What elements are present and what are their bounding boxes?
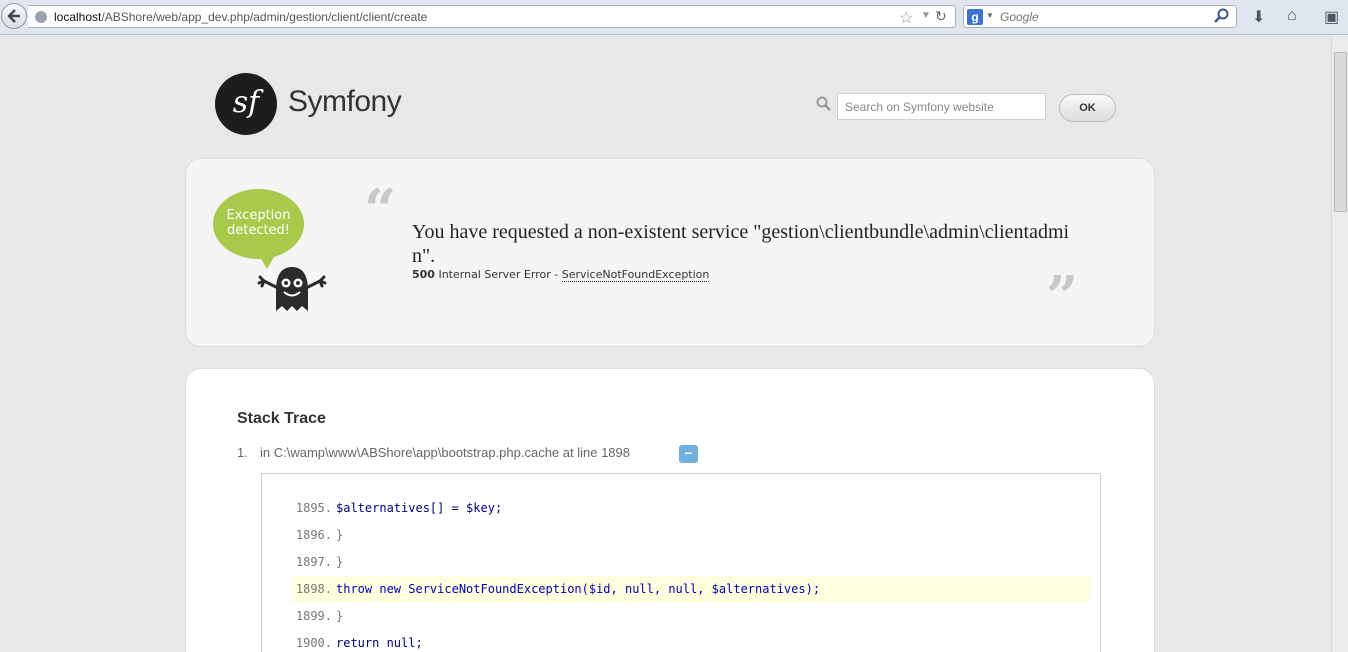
line-number: 1895. <box>295 501 332 515</box>
exception-detected-badge: Exception detected! <box>213 189 304 259</box>
scrollbar-thumb[interactable] <box>1334 52 1347 212</box>
exception-panel: Exception detected! “ ” You have request… <box>185 158 1155 347</box>
url-path: /ABShore/web/app_dev.php/admin/gestion/c… <box>101 10 428 24</box>
address-bar[interactable]: localhost/ABShore/web/app_dev.php/admin/… <box>28 5 956 28</box>
exception-message: You have requested a non-existent servic… <box>412 221 1070 267</box>
exception-class-abbr[interactable]: ServiceNotFoundException <box>561 268 710 282</box>
browser-toolbar: localhost/ABShore/web/app_dev.php/admin/… <box>0 0 1348 35</box>
badge-line-2: detected! <box>226 223 291 238</box>
home-icon[interactable]: ⌂ <box>1287 7 1297 25</box>
trace-location: in C:\wamp\www\ABShore\app\bootstrap.php… <box>260 445 630 460</box>
code-snippet: 1895. $alternatives[] = $key; 1896.} 1897… <box>261 473 1101 652</box>
line-code: return null; <box>336 636 423 650</box>
line-code: } <box>336 528 344 542</box>
url-text[interactable]: localhost/ABShore/web/app_dev.php/admin/… <box>54 10 427 24</box>
downloads-icon[interactable]: ⬇ <box>1252 7 1265 27</box>
search-go-icon[interactable] <box>1214 8 1230 24</box>
search-engine-label: Google <box>1000 10 1039 24</box>
line-number: 1899. <box>295 609 332 623</box>
reload-icon[interactable]: ↻ <box>935 8 947 25</box>
line-number: 1900. <box>295 636 332 650</box>
code-line: 1897.} <box>292 549 1090 576</box>
code-line: 1899.} <box>292 603 1090 630</box>
code-line: 1895. $alternatives[] = $key; <box>292 495 1090 522</box>
engine-dropdown-icon[interactable]: ▼ <box>986 11 994 20</box>
back-arrow-icon <box>7 9 20 23</box>
status-text: Internal Server Error - <box>438 268 559 281</box>
open-quote-icon: “ <box>364 177 397 243</box>
stack-trace-title: Stack Trace <box>237 410 326 427</box>
line-code: } <box>336 555 344 569</box>
search-bar[interactable]: g ▼ Google <box>963 5 1237 28</box>
code-line: 1896.} <box>292 522 1090 549</box>
status-code: 500 <box>412 268 435 281</box>
ghost-mascot-icon <box>257 267 327 311</box>
code-line: 1900. return null; <box>292 630 1090 652</box>
google-engine-icon[interactable]: g <box>967 9 983 25</box>
search-ok-button[interactable]: OK <box>1059 94 1116 122</box>
back-button[interactable] <box>1 3 27 29</box>
search-icon <box>816 96 831 111</box>
line-code: $alternatives[] = $key; <box>336 501 503 515</box>
url-host: localhost <box>54 10 102 24</box>
page-scrollbar[interactable] <box>1331 36 1348 652</box>
code-line-highlighted: 1898. throw new ServiceNotFoundException(… <box>292 576 1090 603</box>
site-identity-icon[interactable] <box>35 11 47 23</box>
symfony-logo-icon[interactable]: sf <box>215 73 277 135</box>
close-quote-icon: ” <box>1046 264 1079 330</box>
line-code: throw new ServiceNotFoundException($id, … <box>336 582 821 596</box>
history-dropdown-icon[interactable]: ▼ <box>921 10 931 21</box>
stack-trace-panel: Stack Trace 1. in C:\wamp\www\ABShore\ap… <box>185 368 1155 652</box>
bookmarks-menu-icon[interactable]: ▣ <box>1324 7 1339 27</box>
collapse-toggle-button[interactable]: − <box>679 445 698 463</box>
line-number: 1897. <box>295 555 332 569</box>
exception-status: 500 Internal Server Error - ServiceNotFo… <box>412 268 710 282</box>
line-number: 1896. <box>295 528 332 542</box>
bookmark-star-icon[interactable]: ☆ <box>899 8 913 28</box>
line-number: 1898. <box>295 582 332 596</box>
trace-item-number: 1. <box>237 445 248 460</box>
line-code: } <box>336 609 344 623</box>
symfony-search-input[interactable] <box>837 93 1046 120</box>
symfony-logo-text[interactable]: Symfony <box>288 85 402 119</box>
badge-line-1: Exception <box>226 208 291 223</box>
